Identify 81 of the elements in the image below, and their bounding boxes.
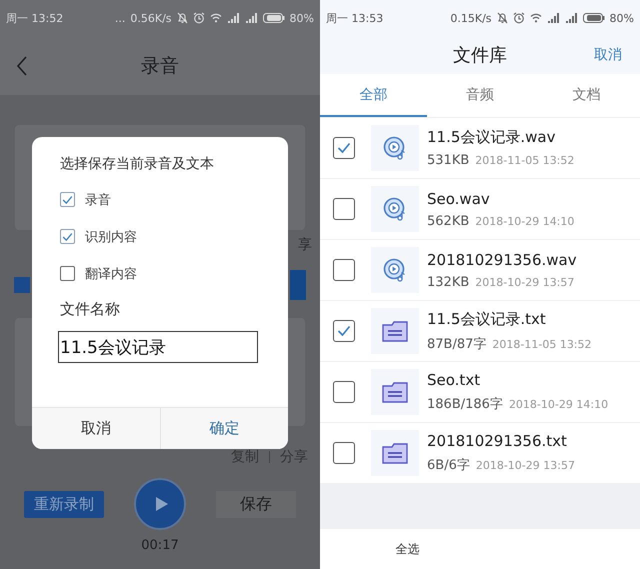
file-size: 562KB: [427, 214, 470, 228]
audio-file-icon: [383, 257, 407, 283]
battery-level: 80%: [610, 12, 634, 24]
file-row[interactable]: Seo.wav 562KB 2018-10-29 14:10: [320, 179, 640, 240]
battery-level: 80%: [290, 12, 314, 24]
play-icon: [154, 496, 168, 512]
file-size: 6B/6字: [427, 457, 470, 474]
checkbox[interactable]: [333, 137, 355, 159]
check-icon: [337, 325, 351, 337]
alarm-icon: [512, 12, 525, 24]
option-label: 翻译内容: [85, 266, 137, 282]
battery-icon: [582, 13, 605, 23]
file-row[interactable]: 11.5会议记录.wav 531KB 2018-11-05 13:52: [320, 118, 640, 179]
checkbox[interactable]: [333, 381, 355, 403]
status-time: 周一 13:52: [6, 10, 64, 26]
file-row[interactable]: 201810291356.txt 6B/6字 2018-10-29 13:57: [320, 423, 640, 484]
play-button[interactable]: [134, 478, 186, 530]
file-name: 11.5会议记录.wav: [427, 128, 557, 147]
audio-file-icon: [383, 196, 407, 222]
translate-bar: [290, 270, 306, 300]
network-speed: 0.56K/s: [130, 12, 172, 24]
cancel-button[interactable]: 取消: [594, 46, 622, 64]
battery-icon: [262, 13, 285, 23]
checkbox[interactable]: [333, 259, 355, 281]
file-date: 2018-11-05 13:52: [492, 338, 592, 350]
file-size: 531KB: [427, 153, 470, 168]
file-size: 87B/87字: [427, 336, 486, 352]
signal-icon: [226, 13, 240, 23]
check-icon: [62, 230, 73, 242]
checkbox[interactable]: [333, 442, 355, 464]
mute-icon: [176, 12, 188, 24]
document-folder-icon: [382, 320, 408, 342]
cancel-button[interactable]: 取消: [32, 408, 160, 449]
confirm-button[interactable]: 确定: [160, 408, 288, 449]
file-size: 186B/186字: [427, 396, 503, 413]
back-icon[interactable]: [16, 56, 28, 76]
dialog-title: 选择保存当前录音及文本: [60, 155, 215, 173]
audio-file-icon: [383, 135, 407, 161]
file-size: 132KB: [427, 274, 470, 290]
signal-icon: [546, 13, 560, 23]
field-label: 文件名称: [60, 300, 121, 319]
wifi-icon: [210, 13, 222, 23]
file-row[interactable]: 11.5会议记录.txt 87B/87字 2018-11-05 13:52: [320, 301, 640, 362]
checkbox[interactable]: [333, 198, 355, 220]
file-name: 201810291356.txt: [427, 432, 568, 450]
file-date: 2018-10-29 13:57: [475, 276, 574, 288]
document-folder-icon: [382, 381, 408, 403]
file-name: 11.5会议记录.txt: [427, 310, 547, 328]
status-time: 周一 13:53: [326, 10, 384, 26]
file-name: Seo.wav: [427, 190, 491, 208]
option-label: 识别内容: [85, 228, 137, 246]
document-folder-icon: [382, 442, 408, 464]
rerecord-button[interactable]: 重新录制: [24, 490, 104, 518]
page-title: 文件库: [453, 44, 507, 67]
file-row[interactable]: Seo.txt 186B/186字 2018-10-29 14:10: [320, 362, 640, 423]
alarm-icon: [192, 12, 205, 24]
checkbox[interactable]: [333, 320, 355, 342]
status-more: ...: [114, 12, 126, 24]
signal-icon: [244, 13, 258, 23]
select-all-button[interactable]: 全选: [320, 540, 495, 558]
elapsed-time: 00:17: [140, 538, 180, 553]
filename-field[interactable]: 11.5会议记录: [58, 331, 258, 363]
checkbox[interactable]: [60, 192, 75, 207]
file-date: 2018-10-29 14:10: [508, 398, 608, 411]
mute-icon: [496, 12, 508, 24]
file-date: 2018-11-05 13:52: [475, 154, 574, 167]
wifi-icon: [530, 13, 542, 23]
check-icon: [337, 142, 351, 154]
save-button[interactable]: 保存: [216, 490, 296, 518]
check-icon: [62, 194, 73, 206]
signal-icon: [564, 13, 578, 23]
file-date: 2018-10-29 13:57: [476, 459, 575, 472]
file-date: 2018-10-29 14:10: [475, 214, 574, 228]
checkbox[interactable]: [60, 266, 75, 281]
file-name: 201810291356.wav: [427, 250, 577, 268]
network-speed: 0.15K/s: [450, 12, 492, 24]
page-title: 录音: [141, 54, 179, 78]
option-label: 录音: [85, 192, 111, 208]
checkbox[interactable]: [60, 229, 75, 244]
file-row[interactable]: 201810291356.wav 132KB 2018-10-29 13:57: [320, 240, 640, 301]
file-name: Seo.txt: [427, 371, 482, 389]
